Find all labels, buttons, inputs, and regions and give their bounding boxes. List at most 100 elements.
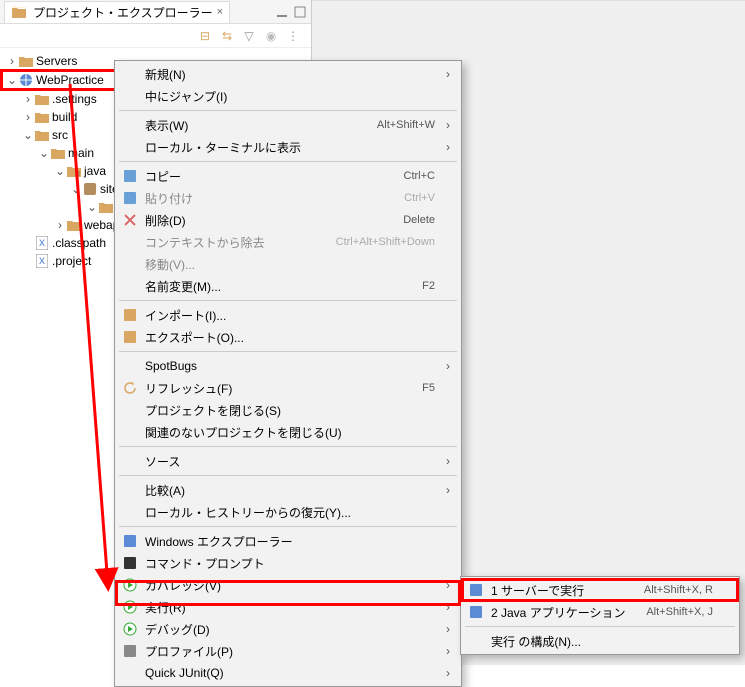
menu-item-label: リフレッシュ(F) [145, 380, 410, 397]
tree-label: .settings [52, 92, 97, 106]
run-icon [121, 599, 139, 615]
submenu-arrow-icon: › [443, 600, 453, 614]
folder-icon [11, 4, 27, 20]
blank-icon [121, 256, 139, 272]
ctx-item-24[interactable]: ローカル・ヒストリーからの復元(Y)... [117, 501, 459, 523]
run-submenu: 1 サーバーで実行Alt+Shift+X, R2 Java アプリケーションAl… [460, 576, 740, 655]
web-project-icon [18, 72, 34, 88]
ctx-item-13[interactable]: インポート(I)... [117, 304, 459, 326]
project-explorer-tab[interactable]: プロジェクト・エクスプローラー × [4, 1, 230, 23]
blank-icon [121, 88, 139, 104]
server-icon [467, 582, 485, 598]
ctx-item-3[interactable]: 表示(W)Alt+Shift+W› [117, 114, 459, 136]
ctx-item-17[interactable]: リフレッシュ(F)F5 [117, 377, 459, 399]
maximize-icon[interactable] [293, 5, 307, 19]
blank-icon [121, 424, 139, 440]
view-menu-icon[interactable]: ⋮ [285, 28, 301, 44]
blank-icon [121, 66, 139, 82]
ctx-item-28[interactable]: カバレッジ(V)› [117, 574, 459, 596]
menu-separator [465, 626, 735, 627]
tree-item-webpractice[interactable]: ⌄ WebPractice [2, 71, 120, 89]
ctx-item-26[interactable]: Windows エクスプローラー [117, 530, 459, 552]
ctx-item-21[interactable]: ソース› [117, 450, 459, 472]
menu-item-accel: Ctrl+V [404, 192, 435, 204]
folder-icon [50, 145, 66, 161]
menu-item-accel: Alt+Shift+X, R [644, 584, 713, 596]
chevron-right-icon[interactable]: › [54, 219, 66, 231]
tree-label: build [52, 110, 77, 124]
run-item-1[interactable]: 2 Java アプリケーションAlt+Shift+X, J [463, 601, 737, 623]
chevron-right-icon[interactable]: › [22, 93, 34, 105]
submenu-arrow-icon: › [443, 622, 453, 636]
blank-icon [121, 402, 139, 418]
blank-icon [121, 504, 139, 520]
menu-item-label: 実行(R) [145, 599, 435, 616]
tree-label: java [84, 164, 106, 178]
ctx-item-8[interactable]: 削除(D)Delete [117, 209, 459, 231]
ctx-item-11[interactable]: 名前変更(M)... F2 [117, 275, 459, 297]
menu-item-label: カバレッジ(V) [145, 577, 435, 594]
ctx-item-6[interactable]: コピーCtrl+C [117, 165, 459, 187]
paste-icon [121, 190, 139, 206]
ctx-item-27[interactable]: コマンド・プロンプト [117, 552, 459, 574]
chevron-down-icon[interactable]: ⌄ [6, 74, 18, 86]
ctx-item-16[interactable]: SpotBugs› [117, 355, 459, 377]
menu-item-label: ローカル・ターミナルに表示 [145, 139, 435, 156]
minimize-icon[interactable] [275, 5, 289, 19]
menu-item-label: デバッグ(D) [145, 621, 435, 638]
menu-item-label: 貼り付け [145, 190, 392, 207]
menu-item-label: 名前変更(M)... [145, 278, 410, 295]
run-item-3[interactable]: 実行 の構成(N)... [463, 630, 737, 652]
ctx-item-32[interactable]: Quick JUnit(Q)› [117, 662, 459, 684]
blank-icon [121, 453, 139, 469]
chevron-down-icon[interactable]: ⌄ [22, 129, 34, 141]
menu-item-accel: Alt+Shift+X, J [646, 606, 713, 618]
ctx-item-19[interactable]: 関連のないプロジェクトを閉じる(U) [117, 421, 459, 443]
delete-icon [121, 212, 139, 228]
submenu-arrow-icon: › [443, 359, 453, 373]
menu-item-label: Quick JUnit(Q) [145, 666, 435, 680]
menu-separator [119, 110, 457, 111]
chevron-down-icon[interactable]: ⌄ [54, 165, 66, 177]
blank-icon [121, 234, 139, 250]
ctx-item-18[interactable]: プロジェクトを閉じる(S) [117, 399, 459, 421]
ctx-item-1[interactable]: 中にジャンプ(I) [117, 85, 459, 107]
chevron-down-icon[interactable]: ⌄ [70, 183, 82, 195]
tree-label: src [52, 128, 68, 142]
refresh-icon [121, 380, 139, 396]
tree-label: .project [52, 254, 91, 268]
menu-item-accel: Ctrl+Alt+Shift+Down [336, 236, 435, 248]
menu-item-label: 移動(V)... [145, 256, 435, 273]
view-toolbar: ⊟ ⇆ ▽ ◉ ⋮ [0, 24, 311, 48]
submenu-arrow-icon: › [443, 67, 453, 81]
folder-icon [66, 217, 82, 233]
ctx-item-29[interactable]: 実行(R) › [117, 596, 459, 618]
menu-item-accel: Alt+Shift+W [377, 119, 435, 131]
submenu-arrow-icon: › [443, 140, 453, 154]
menu-item-label: ローカル・ヒストリーからの復元(Y)... [145, 504, 435, 521]
ctx-item-4[interactable]: ローカル・ターミナルに表示 › [117, 136, 459, 158]
run-item-0[interactable]: 1 サーバーで実行Alt+Shift+X, R [463, 579, 737, 601]
filter-icon[interactable]: ▽ [241, 28, 257, 44]
ctx-item-23[interactable]: 比較(A)› [117, 479, 459, 501]
blank-icon [121, 117, 139, 133]
submenu-arrow-icon: › [443, 644, 453, 658]
chevron-down-icon[interactable]: ⌄ [38, 147, 50, 159]
link-editor-icon[interactable]: ⇆ [219, 28, 235, 44]
ctx-item-14[interactable]: エクスポート(O)... [117, 326, 459, 348]
tree-label: .classpath [52, 236, 106, 250]
chevron-down-icon[interactable]: ⌄ [86, 201, 98, 213]
focus-icon[interactable]: ◉ [263, 28, 279, 44]
folder-icon [98, 199, 114, 215]
close-icon[interactable]: × [217, 6, 223, 18]
chevron-right-icon[interactable]: › [22, 111, 34, 123]
ctx-item-30[interactable]: デバッグ(D) › [117, 618, 459, 640]
menu-item-accel: F2 [422, 280, 435, 292]
ctx-item-0[interactable]: 新規(N) › [117, 63, 459, 85]
ctx-item-31[interactable]: プロファイル(P)› [117, 640, 459, 662]
tree-label: main [68, 146, 94, 160]
menu-item-label: 新規(N) [145, 66, 435, 83]
collapse-all-icon[interactable]: ⊟ [197, 28, 213, 44]
menu-separator [119, 446, 457, 447]
chevron-right-icon[interactable]: › [6, 55, 18, 67]
